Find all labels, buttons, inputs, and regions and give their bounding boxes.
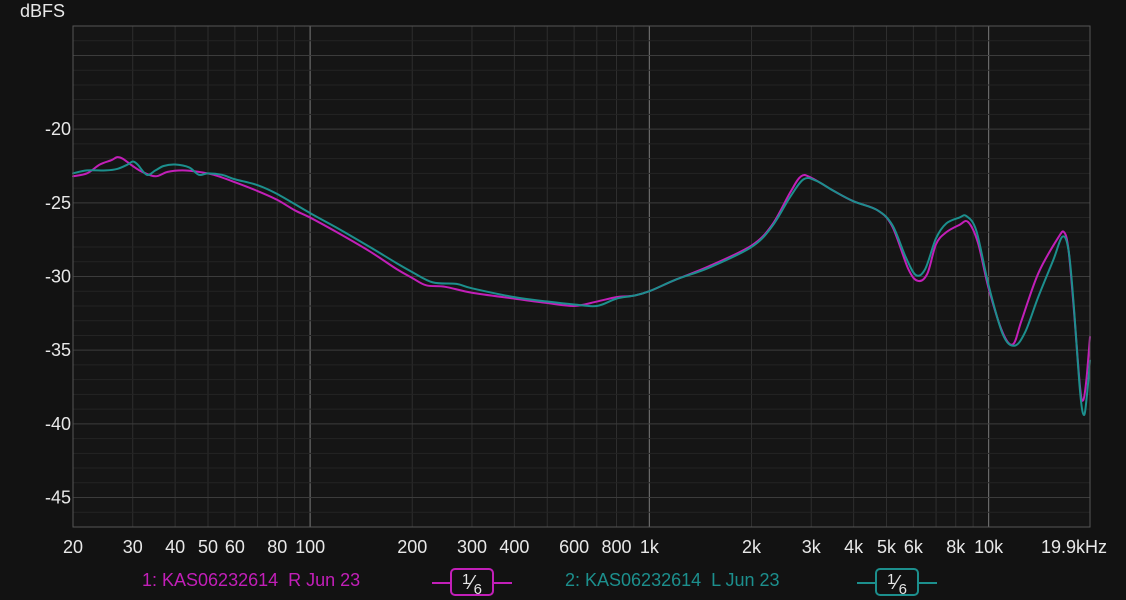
x-tick-label: 100 <box>295 537 325 557</box>
x-tick-label: 400 <box>499 537 529 557</box>
legend-series-2-label[interactable]: 2: KAS06232614 L Jun 23 <box>565 570 780 591</box>
smoothing-denominator: 6 <box>898 581 908 598</box>
smoothing-denominator: 6 <box>473 581 483 598</box>
smoothing-numerator: 1 <box>461 571 471 588</box>
smoothing-numerator: 1 <box>886 571 896 588</box>
x-tick-label: 6k <box>904 537 924 557</box>
x-tick-label: 300 <box>457 537 487 557</box>
x-tick-label: 2k <box>742 537 762 557</box>
y-axis-unit-label: dBFS <box>20 1 65 21</box>
legend-series-1-label[interactable]: 1: KAS06232614 R Jun 23 <box>142 570 360 591</box>
x-tick-label: 3k <box>802 537 822 557</box>
x-tick-label: 800 <box>601 537 631 557</box>
x-tick-label: 5k <box>877 537 897 557</box>
frequency-response-chart: 20 30 40 50 60 80 100 200 300 400 600 800 1k 2k 3k 4k 5k… <box>20 1 1107 557</box>
x-tick-label: 600 <box>559 537 589 557</box>
smoothing-line-right <box>919 582 937 584</box>
smoothing-line-right <box>494 582 512 584</box>
x-tick-label: 4k <box>844 537 864 557</box>
y-tick-label: -40 <box>45 414 71 434</box>
smoothing-line-left <box>432 582 450 584</box>
x-tick-label: 8k <box>946 537 966 557</box>
x-tick-label: 60 <box>225 537 245 557</box>
x-tick-label: 40 <box>165 537 185 557</box>
x-tick-label: 30 <box>123 537 143 557</box>
smoothing-fraction-box: 1⁄6 <box>450 568 494 598</box>
x-tick-label: 1k <box>640 537 660 557</box>
y-tick-label: -25 <box>45 193 71 213</box>
x-tick-label: 10k <box>974 537 1004 557</box>
y-tick-label: -20 <box>45 119 71 139</box>
x-tick-label: 19.9kHz <box>1041 537 1107 557</box>
smoothing-line-left <box>857 582 875 584</box>
x-tick-label: 80 <box>267 537 287 557</box>
legend: 1: KAS06232614 R Jun 23 1⁄6 2: KAS062326… <box>0 566 1126 600</box>
y-tick-label: -30 <box>45 267 71 287</box>
smoothing-fraction-box: 1⁄6 <box>875 568 919 598</box>
y-tick-label: -35 <box>45 340 71 360</box>
x-tick-label: 20 <box>63 537 83 557</box>
y-tick-label: -45 <box>45 488 71 508</box>
x-tick-label: 50 <box>198 537 218 557</box>
x-tick-label: 200 <box>397 537 427 557</box>
